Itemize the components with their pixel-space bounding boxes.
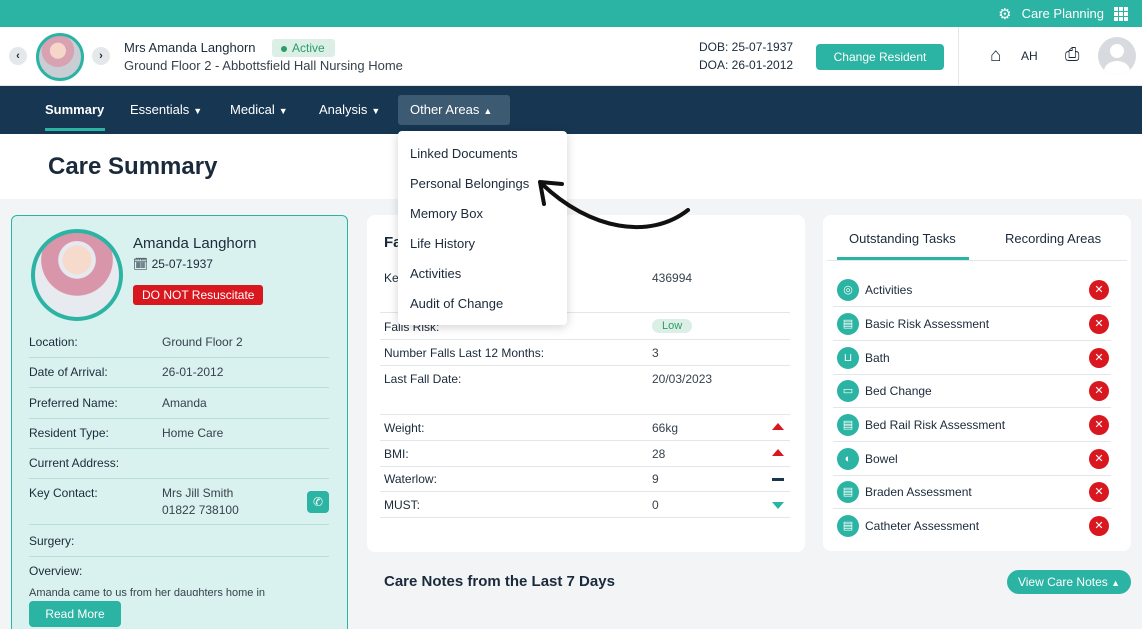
summary-row-falls-count: Number Falls Last 12 Months: 3: [380, 346, 790, 366]
tab-outstanding-tasks[interactable]: Outstanding Tasks: [849, 231, 956, 246]
close-icon[interactable]: ✕: [1089, 348, 1109, 368]
profile-row-arrival: Date of Arrival: 26-01-2012: [29, 365, 329, 388]
main-nav: Summary Essentials ▼ Medical ▼ Analysis ▼ O…: [0, 86, 1142, 134]
task-item[interactable]: ▭ Bed Change ✕: [833, 374, 1111, 408]
profile-row-surgery: Surgery:: [29, 534, 329, 557]
tab-essentials[interactable]: Essentials ▼: [130, 102, 202, 117]
resident-name: Mrs Amanda Langhorn: [124, 40, 256, 55]
clipboard-icon: ▤: [837, 515, 859, 537]
menu-item-life-history[interactable]: Life History: [410, 236, 475, 251]
resident-avatar: [36, 33, 84, 81]
clipboard-icon: ▤: [837, 481, 859, 503]
care-planning-label[interactable]: Care Planning: [1022, 6, 1104, 21]
bath-icon: ⊔: [837, 347, 859, 369]
tasks-card: Outstanding Tasks Recording Areas ◎ Acti…: [823, 215, 1131, 551]
falls-risk-badge: Low: [652, 319, 693, 333]
task-item[interactable]: ◐ Bowel ✕: [833, 442, 1111, 476]
resident-photo: [31, 229, 123, 321]
trend-down-icon: [772, 502, 784, 509]
header-divider: [958, 27, 959, 86]
bed-icon: ▭: [837, 380, 859, 402]
task-item[interactable]: ▤ Catheter Assessment ✕: [833, 509, 1111, 543]
close-icon[interactable]: ✕: [1089, 381, 1109, 401]
bowel-icon: ◐: [837, 448, 859, 470]
grid-icon[interactable]: [1114, 6, 1128, 21]
menu-item-linked-documents[interactable]: Linked Documents: [410, 146, 518, 161]
profile-row-key-contact: Key Contact: Mrs Jill Smith 01822 738100: [29, 486, 329, 525]
close-icon[interactable]: ✕: [1089, 482, 1109, 502]
tab-analysis[interactable]: Analysis ▼: [319, 102, 380, 117]
user-avatar[interactable]: [1098, 37, 1136, 75]
status-badge: Active: [272, 39, 335, 57]
menu-item-memory-box[interactable]: Memory Box: [410, 206, 483, 221]
profile-row-resident-type: Resident Type: Home Care: [29, 426, 329, 449]
trend-flat-icon: [772, 478, 784, 481]
top-strip: ⚙ Care Planning: [0, 0, 1142, 27]
dnr-badge: DO NOT Resuscitate: [133, 285, 264, 305]
trend-up-icon: [772, 449, 784, 456]
clipboard-icon: ▤: [837, 414, 859, 436]
tab-other-areas[interactable]: Other Areas ▲: [398, 95, 510, 125]
activities-icon: ◎: [837, 279, 859, 301]
task-item[interactable]: ▤ Basic Risk Assessment ✕: [833, 307, 1111, 341]
calendar-icon: 🗓: [133, 257, 149, 271]
task-item[interactable]: ⊔ Bath ✕: [833, 341, 1111, 375]
user-initials[interactable]: AH: [1021, 49, 1038, 63]
read-more-button[interactable]: Read More: [29, 601, 121, 627]
chevron-down-icon: ▼: [278, 106, 288, 116]
trend-up-icon: [772, 423, 784, 430]
close-icon[interactable]: ✕: [1089, 415, 1109, 435]
summary-row-waterlow: Waterlow: 9: [380, 472, 790, 492]
chevron-down-icon: ▼: [371, 106, 381, 116]
phone-icon[interactable]: ✆: [307, 491, 329, 513]
summary-row-bmi: BMI: 28: [380, 447, 790, 467]
resident-profile-card: Amanda Langhorn 🗓 25-07-1937 DO NOT Resu…: [11, 215, 348, 629]
active-tab-indicator: [837, 257, 969, 260]
menu-item-personal-belongings[interactable]: Personal Belongings: [410, 176, 529, 191]
active-tab-indicator: [45, 128, 105, 131]
change-resident-button[interactable]: Change Resident: [816, 44, 944, 70]
view-care-notes-button[interactable]: View Care Notes ▲: [1007, 570, 1131, 594]
close-icon[interactable]: ✕: [1089, 314, 1109, 334]
close-icon[interactable]: ✕: [1089, 516, 1109, 536]
previous-resident-icon[interactable]: ‹: [9, 47, 27, 65]
summary-row-must: MUST: 0: [380, 498, 790, 518]
page-title: Care Summary: [48, 153, 218, 180]
profile-row-current-address: Current Address:: [29, 456, 329, 479]
tab-medical[interactable]: Medical ▼: [230, 102, 288, 117]
profile-dob: 🗓 25-07-1937: [133, 257, 213, 271]
task-item[interactable]: ▤ Braden Assessment ✕: [833, 475, 1111, 509]
summary-row-weight: Weight: 66kg: [380, 421, 790, 441]
overview-text: Amanda came to us from her daughters hom…: [29, 587, 266, 596]
home-icon[interactable]: ⌂: [990, 45, 1001, 67]
annotation-arrow-icon: [538, 180, 690, 230]
task-item[interactable]: ◎ Activities ✕: [833, 273, 1111, 307]
profile-name: Amanda Langhorn: [133, 235, 257, 252]
resident-dob: DOB: 25-07-1937: [699, 40, 794, 54]
care-notes-title: Care Notes from the Last 7 Days: [384, 573, 615, 590]
chevron-down-icon: ▼: [193, 106, 203, 116]
menu-item-audit-of-change[interactable]: Audit of Change: [410, 296, 503, 311]
close-icon[interactable]: ✕: [1089, 449, 1109, 469]
printer-icon[interactable]: ⎙: [1065, 44, 1079, 65]
resident-doa: DOA: 26-01-2012: [699, 58, 794, 72]
tab-summary[interactable]: Summary: [45, 102, 104, 117]
close-icon[interactable]: ✕: [1089, 280, 1109, 300]
tab-divider: [827, 260, 1127, 261]
resident-location: Ground Floor 2 - Abbottsfield Hall Nursi…: [124, 58, 403, 73]
chevron-up-icon: ▲: [1111, 578, 1121, 588]
summary-row-last-fall: Last Fall Date: 20/03/2023: [384, 372, 713, 386]
chevron-up-icon: ▲: [483, 106, 493, 116]
profile-row-location: Location: Ground Floor 2: [29, 335, 329, 358]
clipboard-icon: ▤: [837, 313, 859, 335]
gear-icon[interactable]: ⚙: [998, 5, 1011, 23]
profile-row-overview: Overview:: [29, 564, 83, 578]
next-resident-icon[interactable]: ›: [92, 47, 110, 65]
menu-item-activities[interactable]: Activities: [410, 266, 461, 281]
summary-row-spacer-2: [380, 400, 790, 415]
tab-recording-areas[interactable]: Recording Areas: [1005, 231, 1101, 246]
profile-row-preferred-name: Preferred Name: Amanda: [29, 396, 329, 419]
task-item[interactable]: ▤ Bed Rail Risk Assessment ✕: [833, 408, 1111, 442]
resident-header: ‹ › Mrs Amanda Langhorn Active Ground Fl…: [0, 27, 1142, 86]
